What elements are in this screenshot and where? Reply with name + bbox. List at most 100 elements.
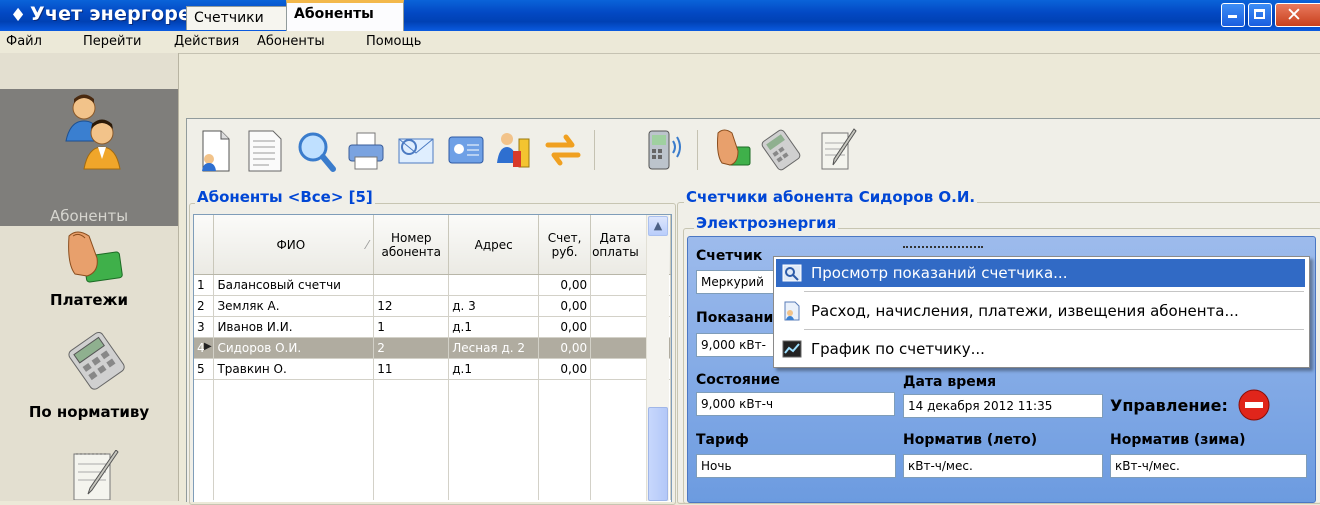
number-cell[interactable]: 2	[373, 337, 450, 359]
mail-icon[interactable]	[395, 127, 437, 173]
bill-cell[interactable]: 0,00	[538, 316, 592, 338]
table-row[interactable]: 5 Травкин О. 11 д.1 0,00	[194, 358, 671, 380]
electricity-title: Электроэнергия	[694, 214, 839, 232]
empty-cell	[213, 460, 375, 480]
subscribers-grid[interactable]: ФИО ⁄ Номер абонента Адрес Счет, руб. Да…	[193, 214, 672, 502]
address-cell[interactable]: Лесная д. 2	[448, 337, 540, 359]
number-cell[interactable]: 11	[373, 358, 450, 380]
empty-cell	[538, 400, 592, 420]
meter-label: Счетчик	[696, 248, 763, 264]
sort-icon: ⁄	[366, 237, 369, 252]
fio-cell[interactable]: Сидоров О.И.	[213, 337, 375, 359]
menu-item-consumption[interactable]: Расход, начисления, платежи, извещения а…	[776, 297, 1305, 325]
scroll-up-button[interactable]: ▲	[648, 216, 668, 236]
menu-actions[interactable]: Действия	[174, 34, 239, 49]
fio-cell[interactable]: Травкин О.	[213, 358, 375, 380]
row-number-cell[interactable]: 1	[194, 274, 215, 296]
stop-icon[interactable]	[1238, 389, 1270, 421]
address-cell[interactable]: д.1	[448, 316, 540, 338]
empty-cell	[213, 440, 375, 460]
calculator-icon	[68, 331, 125, 390]
nav-item-by-norm[interactable]: По нормативу	[0, 326, 178, 436]
bill-cell[interactable]: 0,00	[538, 358, 592, 380]
empty-row	[194, 440, 671, 460]
readings-field[interactable]: 9,000 кВт-	[696, 333, 776, 357]
fio-cell[interactable]: Земляк А.	[213, 295, 375, 317]
tab-meters[interactable]: Счетчики	[186, 6, 287, 30]
fio-cell[interactable]: Иванов И.И.	[213, 316, 375, 338]
address-cell[interactable]: д. 3	[448, 295, 540, 317]
empty-row	[194, 420, 671, 440]
bill-cell[interactable]: 0,00	[538, 295, 592, 317]
payment-hand-icon[interactable]	[712, 127, 754, 173]
menu-item-chart[interactable]: График по счетчику...	[776, 335, 1305, 363]
address-cell[interactable]	[448, 274, 540, 296]
obscured-label	[903, 246, 983, 254]
maximize-button[interactable]	[1248, 3, 1272, 27]
column-header-number[interactable]: Номер абонента	[373, 215, 450, 275]
state-field[interactable]: 9,000 кВт-ч	[696, 392, 895, 416]
meter-device-icon[interactable]	[643, 127, 685, 173]
empty-row	[194, 460, 671, 480]
tariff-label: Тариф	[696, 432, 749, 448]
row-number-cell[interactable]: 2	[194, 295, 215, 317]
tab-subscribers[interactable]: Абоненты	[286, 0, 404, 31]
bill-cell[interactable]: 0,00	[538, 337, 592, 359]
scroll-thumb[interactable]	[648, 407, 668, 501]
menu-subscribers[interactable]: Абоненты	[257, 34, 325, 49]
print-icon[interactable]	[345, 127, 387, 173]
column-header-address[interactable]: Адрес	[448, 215, 540, 275]
norm-winter-field[interactable]: кВт-ч/мес.	[1110, 454, 1307, 478]
sync-arrows-icon[interactable]	[542, 127, 584, 173]
datetime-field[interactable]: 14 декабря 2012 11:35	[903, 394, 1103, 418]
nav-item-notes[interactable]	[0, 436, 178, 501]
table-row[interactable]: 4 ▶ Сидоров О.И. 2 Лесная д. 2 0,00	[194, 337, 671, 359]
menu-item-view-readings[interactable]: Просмотр показаний счетчика...	[776, 259, 1305, 287]
state-label: Состояние	[696, 372, 780, 388]
chart-icon	[782, 340, 802, 358]
number-cell[interactable]	[373, 274, 450, 296]
fio-cell[interactable]: Балансовый счетчи	[213, 274, 375, 296]
row-number-cell[interactable]: 4 ▶	[194, 337, 215, 359]
readings-view-icon	[782, 264, 802, 282]
number-cell[interactable]: 12	[373, 295, 450, 317]
calculator-icon[interactable]	[760, 127, 802, 173]
card-icon[interactable]	[445, 127, 487, 173]
menu-help[interactable]: Помощь	[366, 34, 421, 49]
column-header-bill[interactable]: Счет, руб.	[538, 215, 592, 275]
empty-cell	[373, 400, 450, 420]
bill-cell[interactable]: 0,00	[538, 274, 592, 296]
menu-file[interactable]: Файл	[6, 34, 42, 49]
norm-summer-field[interactable]: кВт-ч/мес.	[903, 454, 1103, 478]
close-button[interactable]: ✕	[1275, 3, 1320, 27]
table-row[interactable]: 1 Балансовый счетчи 0,00	[194, 274, 671, 296]
empty-row	[194, 480, 671, 500]
meter-field[interactable]: Меркурий	[696, 270, 776, 294]
nav-item-subscribers[interactable]: Абоненты	[0, 89, 178, 226]
menu-goto[interactable]: Перейти	[83, 34, 142, 49]
address-cell[interactable]: д.1	[448, 358, 540, 380]
empty-cell	[213, 379, 375, 400]
norm-summer-label: Норматив (лето)	[903, 432, 1038, 448]
subscribers-icon[interactable]	[493, 127, 535, 173]
notepad-icon[interactable]	[818, 127, 860, 173]
empty-cell	[213, 480, 375, 500]
number-cell[interactable]: 1	[373, 316, 450, 338]
payment-hand-icon	[68, 231, 123, 283]
empty-cell	[448, 379, 540, 400]
empty-cell	[373, 460, 450, 480]
nav-item-payments[interactable]: Платежи	[0, 226, 178, 326]
table-row[interactable]: 3 Иванов И.И. 1 д.1 0,00	[194, 316, 671, 338]
new-document-icon[interactable]	[193, 127, 235, 173]
empty-cell	[373, 440, 450, 460]
tariff-field[interactable]: Ночь	[696, 454, 896, 478]
search-icon[interactable]	[295, 127, 337, 173]
report-icon[interactable]	[243, 127, 285, 173]
grid-scrollbar[interactable]: ▲	[646, 215, 669, 501]
table-row[interactable]: 2 Земляк А. 12 д. 3 0,00	[194, 295, 671, 317]
row-number-cell[interactable]: 5	[194, 358, 215, 380]
minimize-button[interactable]	[1221, 3, 1245, 27]
column-header-fio[interactable]: ФИО ⁄	[213, 215, 375, 275]
empty-cell	[448, 440, 540, 460]
row-number-cell[interactable]: 3	[194, 316, 215, 338]
